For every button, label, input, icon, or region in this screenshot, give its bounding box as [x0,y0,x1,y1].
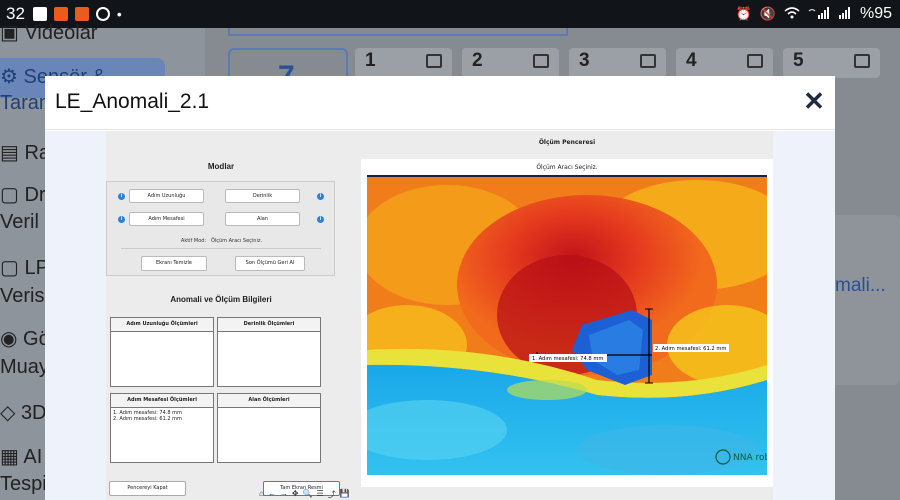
battery-level: %95 [859,5,892,22]
sidebar-item-inspection-cont: Muay [0,356,49,378]
modes-panel: i Adım Uzunluğu Derinlik i i Adım Mesafe… [106,181,335,276]
gallery-icon [32,7,47,21]
separator [121,248,321,249]
area-measurements: Alan Ölçümleri [217,393,321,463]
depth-button[interactable]: Derinlik [225,189,300,203]
active-mode-status: Aktif Mod: Ölçüm Aracı Seçiniz. [180,238,263,244]
status-bar-right: ⏰ 🔇 %95 [736,0,892,28]
info-icon[interactable]: i [317,193,324,200]
step-distance-button[interactable]: Adım Mesafesi [129,212,204,226]
forward-icon[interactable]: → [280,489,288,500]
modal-title: LE_Anomali_2.1 [55,90,210,113]
sidebar-item-dr: ▢ Dr [0,184,46,206]
depth-measurements: Derinlik Ölçümleri [217,317,321,387]
plot-toolbar: ⌂ ← → ✥ 🔍 ☰ ⤴ 💾 [259,489,350,500]
alarm-icon-right: ⏰ [735,6,752,21]
measurement-window: Ölçüm Aracı Seçiniz. 1. Adım mesafesi: 7… [361,159,773,487]
home-icon[interactable]: ⌂ [259,489,264,500]
measurement-line: 2. Adım mesafesi: 61.2 mm [113,416,182,422]
sidebar-item-lps-cont: Verisi [0,285,49,307]
configure-icon[interactable]: ☰ [317,489,324,500]
sidebar-item-videos: ▣ Videolar [0,22,98,44]
background-tab-5: 5 [783,48,880,78]
wifi-icon [784,6,800,22]
signal-icon [838,6,852,22]
mute-icon: 🔇 [759,6,776,21]
sidebar-item-inspection: ◉ Gö [0,328,50,350]
thermal-image[interactable]: 1. Adım mesafesi: 74.8 mm 2. Adım mesafe… [367,175,767,475]
save-icon[interactable]: 💾 [340,489,350,500]
more-notifications-dot: • [116,6,122,22]
measurement-app-screenshot: Modlar i Adım Uzunluğu Derinlik i i Adım… [106,131,773,500]
clear-screen-button[interactable]: Ekranı Temizle [141,256,207,271]
sidebar-item-3d: ◇ 3D [0,402,47,424]
step-length-button[interactable]: Adım Uzunluğu [129,189,204,203]
background-tab-2: 2 [462,48,559,78]
image-icon [747,54,763,68]
image-icon [426,54,442,68]
modal-header: LE_Anomali_2.1 ✕ [45,76,835,130]
svg-text:NNA robotics: NNA robotics [733,453,767,463]
status-bar: 32 • ⏰ 🔇 %95 [0,0,900,28]
info-icon[interactable]: i [317,216,324,223]
sidebar-item-dr-cont: Veril [0,211,39,233]
modes-title: Modlar [207,162,235,171]
measurement-subtitle: Ölçüm Aracı Seçiniz. [536,164,598,171]
sidebar-item-ai: ▦ AI [0,446,43,468]
app-notification-icon [53,7,68,21]
image-icon [533,54,549,68]
app-notification-icon-2 [74,7,89,21]
info-icon[interactable]: i [118,216,125,223]
background-tab-4: 4 [676,48,773,78]
area-button[interactable]: Alan [225,212,300,226]
anomaly-info-title: Anomali ve Ölçüm Bilgileri [170,295,272,304]
image-icon [854,54,870,68]
alarm-icon [95,7,110,21]
volte-signal-icon [808,6,830,22]
background-anomaly-link: mali... [835,275,886,296]
back-icon[interactable]: ← [268,489,276,500]
step-distance-measurements: Adım Mesafesi Ölçümleri 1. Adım mesafesi… [110,393,214,463]
background-tab-3: 3 [569,48,666,78]
edit-axis-icon[interactable]: ⤴ [328,489,336,500]
image-icon [640,54,656,68]
step-distance-annotation-1: 1. Adım mesafesi: 74.8 mm [532,356,603,362]
background-tab-1: 1 [355,48,452,78]
undo-last-measurement-button[interactable]: Son Ölçümü Geri Al [235,256,305,271]
background-top-tab [228,28,568,36]
step-distance-annotation-2: 2. Adım mesafesi: 61.2 mm [655,346,726,352]
close-window-button[interactable]: Pencereyi Kapat [109,481,186,496]
pan-icon[interactable]: ✥ [292,489,299,500]
image-modal: LE_Anomali_2.1 ✕ Modlar i Adım Uzunluğu … [45,76,835,500]
info-icon[interactable]: i [118,193,125,200]
measurement-window-title: Ölçüm Penceresi [538,139,596,146]
step-length-measurements: Adım Uzunluğu Ölçümleri [110,317,214,387]
thermal-image-drawing: 1. Adım mesafesi: 74.8 mm 2. Adım mesafe… [367,175,767,475]
close-button[interactable]: ✕ [801,88,827,114]
zoom-icon[interactable]: 🔍 [303,489,313,500]
background-tabs: 1 2 3 4 5 [355,48,880,78]
modal-body: Modlar i Adım Uzunluğu Derinlik i i Adım… [45,131,835,500]
